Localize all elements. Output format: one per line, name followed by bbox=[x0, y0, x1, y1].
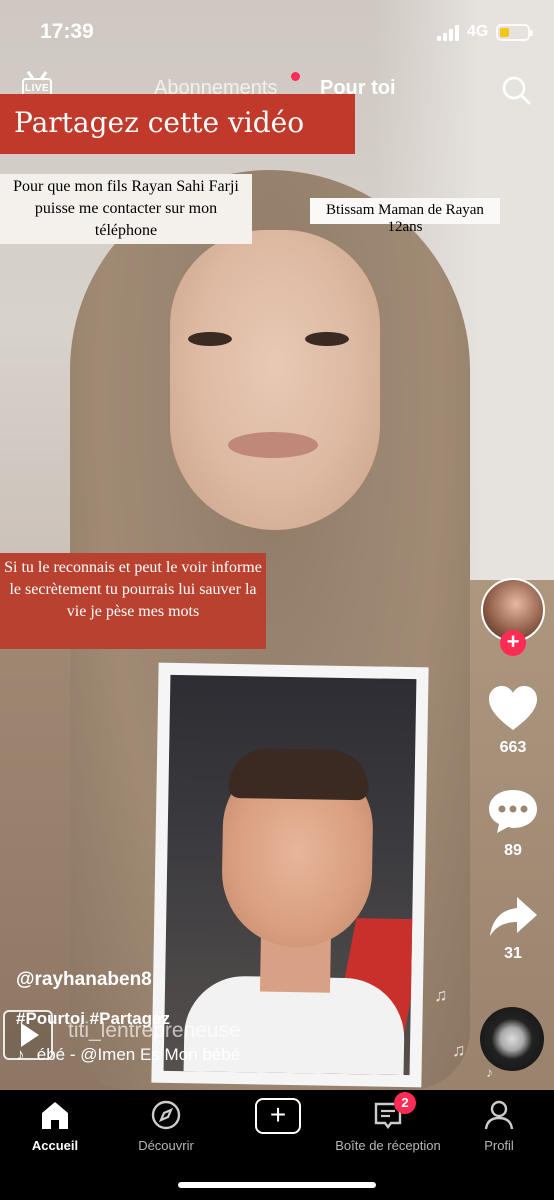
follow-button[interactable]: + bbox=[500, 630, 526, 656]
comment-count: 89 bbox=[504, 842, 522, 859]
home-icon bbox=[42, 1102, 68, 1129]
battery-icon bbox=[496, 24, 533, 41]
status-bar: 17:39 4G bbox=[0, 0, 554, 62]
nav-inbox-label: Boîte de réception bbox=[335, 1138, 441, 1153]
photo-boy-hair bbox=[228, 747, 370, 801]
video-person-lips bbox=[228, 432, 318, 458]
like-count: 663 bbox=[499, 739, 527, 756]
music-note-icon: ♫ bbox=[452, 1040, 466, 1060]
live-label: LIVE bbox=[25, 83, 50, 94]
create-button[interactable]: + bbox=[255, 1098, 301, 1134]
nav-profile[interactable]: Profil bbox=[474, 1098, 524, 1153]
music-note-icon: ♫ bbox=[434, 985, 448, 1005]
video-person-face bbox=[170, 230, 380, 530]
duet-overlay-text: titi_lentrepreneuse bbox=[68, 1019, 241, 1042]
nav-inbox[interactable]: Boîte de réception bbox=[328, 1098, 448, 1153]
video-person-eye-right bbox=[305, 332, 349, 346]
compass-icon bbox=[151, 1100, 181, 1130]
creator-username[interactable]: @rayhanaben8 bbox=[16, 969, 152, 991]
nav-profile-label: Profil bbox=[484, 1138, 514, 1153]
nav-home-label: Accueil bbox=[31, 1138, 79, 1153]
network-type: 4G bbox=[467, 23, 489, 40]
share-count: 31 bbox=[504, 945, 522, 962]
music-disc[interactable] bbox=[480, 1007, 544, 1071]
search-icon[interactable] bbox=[501, 75, 531, 105]
music-ticker[interactable]: ♪ ébé - @Imen Es Mon bébé bbox=[16, 1045, 296, 1067]
plus-icon: + bbox=[269, 1099, 287, 1130]
nav-discover[interactable]: Découvrir bbox=[130, 1098, 202, 1153]
inbox-badge: 2 bbox=[394, 1092, 416, 1114]
music-note-icon: ♪ bbox=[486, 1064, 493, 1080]
overlay-note-signature: Btissam Maman de Rayan 12ans bbox=[310, 198, 500, 235]
comment-icon[interactable] bbox=[487, 787, 539, 835]
video-person-eye-left bbox=[188, 332, 232, 346]
overlay-note-contact: Pour que mon fils Rayan Sahi Farji puiss… bbox=[0, 174, 252, 244]
share-icon[interactable] bbox=[487, 893, 539, 941]
following-notification-dot bbox=[291, 72, 300, 81]
music-title: ébé - @Imen Es Mon bébé bbox=[36, 1045, 241, 1064]
video-frame[interactable] bbox=[0, 0, 554, 1090]
nav-discover-label: Découvrir bbox=[138, 1138, 194, 1153]
music-note-icon: ♪ bbox=[16, 1045, 25, 1064]
overlay-note-recognize: Si tu le reconnais et peut le voir infor… bbox=[0, 553, 266, 649]
profile-icon bbox=[484, 1100, 514, 1130]
nav-home[interactable]: Accueil bbox=[22, 1098, 88, 1153]
status-time: 17:39 bbox=[40, 20, 94, 43]
overlay-banner-share: Partagez cette vidéo bbox=[0, 94, 355, 154]
signal-icon bbox=[437, 25, 459, 41]
home-indicator bbox=[178, 1182, 376, 1188]
heart-icon[interactable] bbox=[487, 685, 539, 733]
